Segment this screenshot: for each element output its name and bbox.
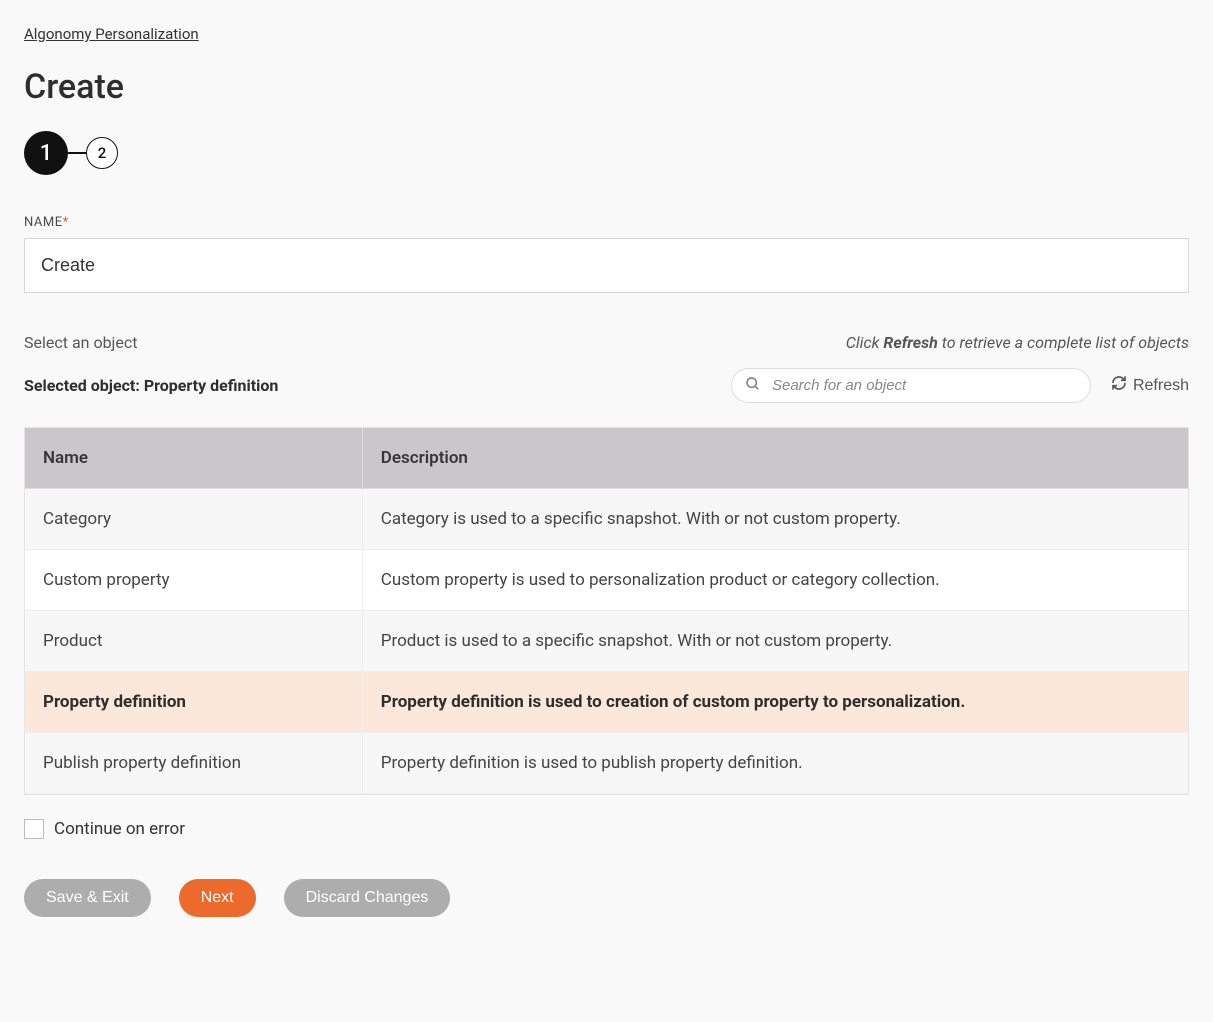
- refresh-button-label: Refresh: [1133, 377, 1189, 395]
- next-button[interactable]: Next: [179, 879, 256, 917]
- refresh-hint-suffix: to retrieve a complete list of objects: [938, 333, 1189, 352]
- object-table-scroll[interactable]: Name Description CategoryCategory is use…: [25, 428, 1188, 794]
- table-cell-description: Category is used to a specific snapshot.…: [362, 489, 1188, 550]
- table-cell-name: Category: [25, 489, 362, 550]
- refresh-button[interactable]: Refresh: [1111, 375, 1189, 396]
- name-label-text: NAME: [24, 215, 63, 230]
- discard-changes-button[interactable]: Discard Changes: [284, 879, 451, 917]
- refresh-hint-bold: Refresh: [883, 333, 937, 352]
- table-cell-name: Product: [25, 611, 362, 672]
- table-row[interactable]: Publish property definitionProperty defi…: [25, 733, 1188, 794]
- refresh-hint: Click Refresh to retrieve a complete lis…: [846, 333, 1189, 352]
- selected-object: Selected object: Property definition: [24, 376, 278, 395]
- stepper: 1 2: [24, 131, 1189, 175]
- continue-on-error-checkbox[interactable]: [24, 819, 44, 839]
- table-row[interactable]: Property definitionProperty definition i…: [25, 672, 1188, 733]
- table-row[interactable]: CategoryCategory is used to a specific s…: [25, 489, 1188, 550]
- continue-on-error-label: Continue on error: [54, 819, 185, 839]
- table-cell-description: Custom property is used to personalizati…: [362, 550, 1188, 611]
- breadcrumb-link[interactable]: Algonomy Personalization: [24, 25, 199, 43]
- step-2[interactable]: 2: [86, 137, 118, 169]
- refresh-icon: [1111, 375, 1127, 396]
- table-header-name[interactable]: Name: [25, 428, 362, 489]
- table-cell-description: Property definition is used to publish p…: [362, 733, 1188, 794]
- step-1[interactable]: 1: [24, 131, 68, 175]
- step-connector: [68, 152, 86, 154]
- selected-object-value: Property definition: [144, 376, 279, 395]
- object-table: Name Description CategoryCategory is use…: [25, 428, 1188, 794]
- required-star: *: [63, 215, 69, 230]
- name-input[interactable]: [24, 238, 1189, 293]
- search-input[interactable]: [731, 368, 1091, 403]
- table-cell-description: Product is used to a specific snapshot. …: [362, 611, 1188, 672]
- search-wrapper: [731, 368, 1091, 403]
- table-row[interactable]: ProductProduct is used to a specific sna…: [25, 611, 1188, 672]
- select-object-label: Select an object: [24, 333, 137, 352]
- table-row[interactable]: Custom propertyCustom property is used t…: [25, 550, 1188, 611]
- table-cell-name: Publish property definition: [25, 733, 362, 794]
- save-exit-button[interactable]: Save & Exit: [24, 879, 151, 917]
- object-table-container: Name Description CategoryCategory is use…: [24, 427, 1189, 795]
- page-title: Create: [24, 67, 1189, 107]
- table-cell-description: Property definition is used to creation …: [362, 672, 1188, 733]
- refresh-hint-prefix: Click: [846, 333, 884, 352]
- table-header-description[interactable]: Description: [362, 428, 1188, 489]
- name-label: NAME*: [24, 215, 1189, 230]
- table-cell-name: Property definition: [25, 672, 362, 733]
- table-cell-name: Custom property: [25, 550, 362, 611]
- selected-object-prefix: Selected object:: [24, 376, 144, 395]
